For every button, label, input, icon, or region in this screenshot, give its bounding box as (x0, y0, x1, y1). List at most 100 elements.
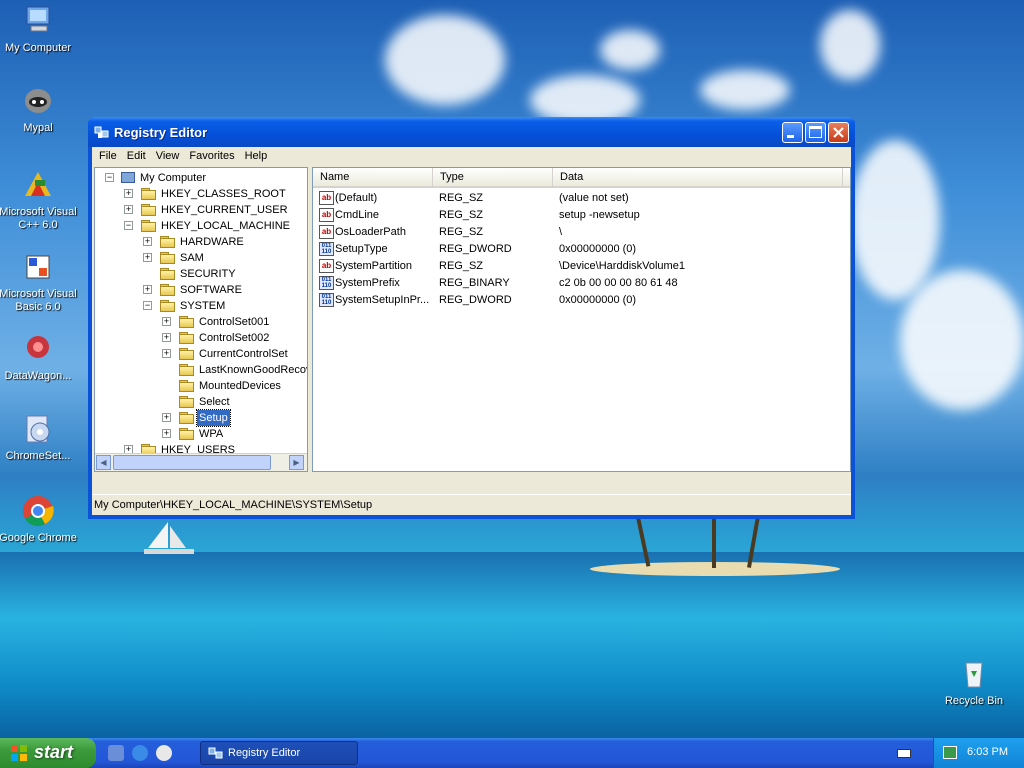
quicklaunch-show-desktop-icon[interactable] (108, 745, 124, 761)
desktop-icon-chromesetup[interactable]: ChromeSet... (0, 412, 78, 463)
column-header-data[interactable]: Data (553, 168, 843, 186)
tree-node[interactable]: + CurrentControlSet (95, 346, 307, 362)
tree-node[interactable]: + SOFTWARE (95, 282, 307, 298)
tree-node[interactable]: LastKnownGoodRecove (95, 362, 307, 378)
scroll-thumb[interactable] (113, 455, 271, 470)
keyboard-icon[interactable] (897, 749, 911, 758)
registry-value-row[interactable]: ab CmdLine REG_SZ setup -newsetup (313, 207, 850, 224)
folder-icon (141, 220, 157, 232)
expand-icon[interactable]: + (162, 429, 171, 438)
values-list-pane[interactable]: Name Type Data ab (Default) REG_SZ (value n… (312, 167, 851, 472)
desktop-icon-label: Microsoft Visual C++ 6.0 (0, 206, 77, 231)
network-icon[interactable] (943, 746, 957, 759)
scroll-left-button[interactable]: ◀ (96, 455, 111, 470)
close-button[interactable] (828, 122, 849, 143)
tree-node-label: My Computer (140, 172, 207, 184)
tree-node[interactable]: − My Computer (95, 170, 307, 186)
column-header-type[interactable]: Type (433, 168, 553, 186)
column-header-name[interactable]: Name (313, 168, 433, 186)
tree-node[interactable]: + ControlSet001 (95, 314, 307, 330)
recycle-bin-icon (957, 657, 991, 691)
close-icon (833, 127, 844, 138)
menu-file[interactable]: File (94, 147, 122, 164)
folder-icon (179, 316, 195, 328)
tree-node-label: Select (199, 396, 230, 408)
string-value-icon: ab (319, 208, 334, 222)
tree-node[interactable]: MountedDevices (95, 378, 307, 394)
title-bar[interactable]: Registry Editor (88, 117, 855, 147)
collapse-icon[interactable]: − (124, 221, 133, 230)
tree-node[interactable]: + HARDWARE (95, 234, 307, 250)
tree-node[interactable]: + HKEY_CLASSES_ROOT (95, 186, 307, 202)
menu-favorites[interactable]: Favorites (184, 147, 239, 164)
tree-node[interactable]: + HKEY_CURRENT_USER (95, 202, 307, 218)
desktop-icon-visual-basic[interactable]: Microsoft Visual Basic 6.0 (0, 250, 78, 314)
menu-edit[interactable]: Edit (122, 147, 151, 164)
value-data: (value not set) (559, 192, 629, 204)
tree-node-label: HARDWARE (180, 236, 244, 248)
binary-value-icon: 011 110 (319, 242, 334, 256)
desktop-icon-datawagon[interactable]: DataWagon... (0, 332, 78, 383)
folder-icon (160, 300, 176, 312)
start-button[interactable]: start (0, 738, 96, 768)
menu-help[interactable]: Help (240, 147, 273, 164)
collapse-icon[interactable]: − (105, 173, 114, 182)
tree-node-label: SYSTEM (180, 300, 226, 312)
desktop-icon-my-computer[interactable]: My Computer (0, 4, 78, 55)
tree-node[interactable]: + SAM (95, 250, 307, 266)
value-data: 0x00000000 (0) (559, 294, 637, 306)
tree-node[interactable]: SECURITY (95, 266, 307, 282)
clock[interactable]: 6:03 PM (967, 746, 1008, 758)
value-name: (Default) (335, 192, 378, 204)
registry-value-row[interactable]: ab (Default) REG_SZ (value not set) (313, 190, 850, 207)
maximize-button[interactable] (805, 122, 826, 143)
tree-node[interactable]: + WPA (95, 426, 307, 442)
start-label: start (34, 742, 74, 762)
tree-horizontal-scrollbar[interactable]: ◀ ▶ (95, 453, 307, 471)
quicklaunch-media-player-icon[interactable] (156, 745, 172, 761)
tree-node[interactable]: + Setup (95, 409, 307, 427)
window-client: File Edit View Favorites Help − My Computer + H… (92, 147, 851, 515)
desktop-icon-recycle-bin[interactable]: Recycle Bin (934, 657, 1014, 708)
tree-node[interactable]: − HKEY_LOCAL_MACHINE (95, 218, 307, 234)
desktop-icon-label: Google Chrome (0, 532, 77, 544)
value-type: REG_SZ (439, 226, 484, 238)
expand-icon[interactable]: + (143, 253, 152, 262)
expand-icon[interactable]: + (162, 413, 171, 422)
expand-icon[interactable]: + (143, 285, 152, 294)
tree-node-label: MountedDevices (199, 380, 281, 392)
my-computer-icon (121, 172, 135, 183)
collapse-icon[interactable]: − (143, 301, 152, 310)
tree-node[interactable]: − SYSTEM (95, 298, 307, 314)
tree-node[interactable]: + ControlSet002 (95, 330, 307, 346)
minimize-button[interactable] (782, 122, 803, 143)
value-data: \ (559, 226, 563, 238)
tree-node[interactable]: Select (95, 394, 307, 410)
folder-icon (179, 428, 195, 440)
visual-cpp-icon (21, 168, 55, 202)
registry-value-row[interactable]: ab OsLoaderPath REG_SZ \ (313, 224, 850, 241)
expand-icon[interactable]: + (162, 349, 171, 358)
expand-icon[interactable]: + (143, 237, 152, 246)
expand-icon[interactable]: + (124, 189, 133, 198)
value-type: REG_DWORD (439, 294, 512, 306)
registry-value-row[interactable]: ab SystemPartition REG_SZ \Device\HarddiskV… (313, 258, 850, 275)
desktop-icon-google-chrome[interactable]: Google Chrome (0, 494, 78, 545)
taskbar-button-registry-editor[interactable]: Registry Editor (200, 741, 358, 765)
chevron-left-icon: ◀ (100, 458, 107, 467)
scroll-right-button[interactable]: ▶ (289, 455, 304, 470)
expand-icon[interactable]: + (162, 317, 171, 326)
expand-icon[interactable]: + (162, 333, 171, 342)
tree-node-label: HKEY_CURRENT_USER (161, 204, 288, 216)
desktop-icon-mypal[interactable]: Mypal (0, 84, 78, 135)
registry-value-row[interactable]: 011 110 SetupType REG_DWORD 0x00000000 (0) (313, 241, 850, 258)
key-tree-pane[interactable]: − My Computer + HKEY_CLASSES_ROOT + HKEY_CURR… (94, 167, 308, 472)
menu-view[interactable]: View (151, 147, 185, 164)
desktop-icon-visual-cpp[interactable]: Microsoft Visual C++ 6.0 (0, 168, 78, 232)
registry-value-row[interactable]: 011 110 SystemSetupInPr... REG_DWORD 0x0000… (313, 292, 850, 309)
value-data: setup -newsetup (559, 209, 640, 221)
expand-icon[interactable]: + (124, 205, 133, 214)
quicklaunch-internet-explorer-icon[interactable] (132, 745, 148, 761)
folder-icon (179, 348, 195, 360)
registry-value-row[interactable]: 011 110 SystemPrefix REG_BINARY c2 0b 00 00… (313, 275, 850, 292)
